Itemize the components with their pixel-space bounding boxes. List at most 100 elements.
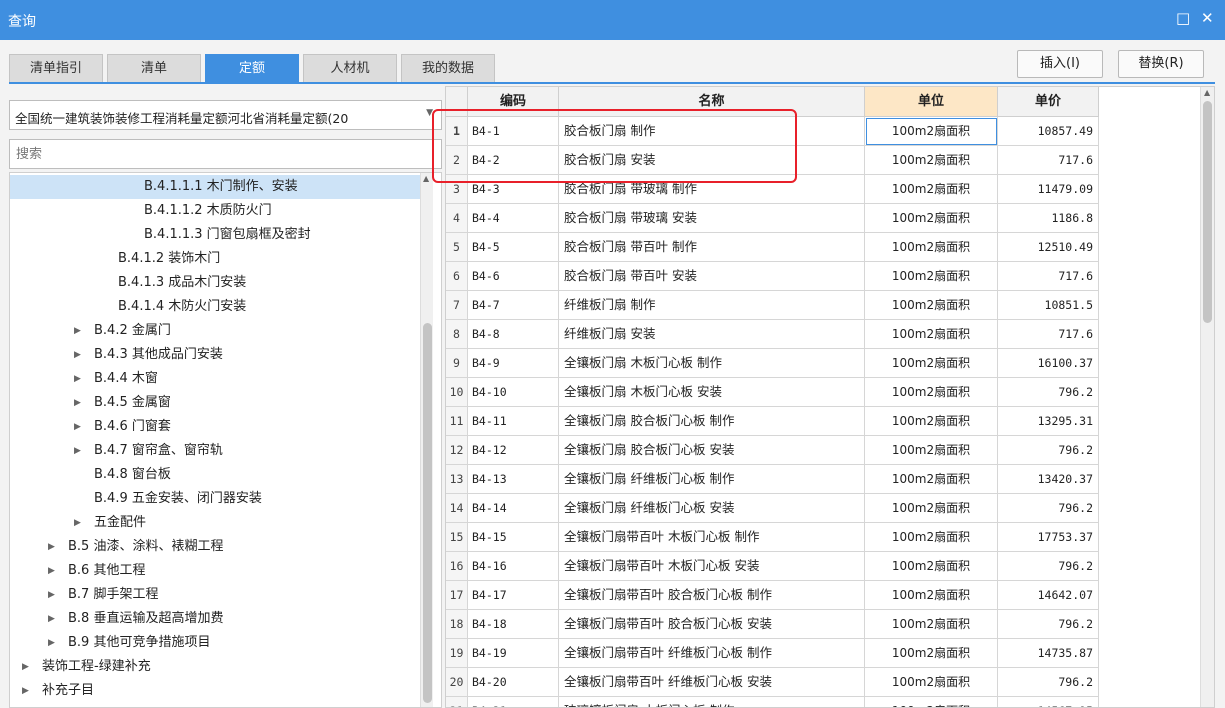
expand-arrow-icon[interactable]: ▶: [22, 655, 29, 679]
tree-node[interactable]: ▶ B.8 垂直运输及超高增加费: [10, 607, 420, 631]
unit-cell[interactable]: 100m2扇面积: [865, 175, 998, 204]
price-cell[interactable]: 717.6: [998, 262, 1099, 291]
unit-cell[interactable]: 100m2扇面积: [865, 465, 998, 494]
table-row[interactable]: 21B4-21玻璃镶板门扇 木板门心板 制作100m2扇面积14567.95: [446, 697, 1106, 707]
unit-cell[interactable]: 100m2扇面积: [865, 349, 998, 378]
expand-arrow-icon[interactable]: ▶: [74, 319, 81, 343]
table-row[interactable]: 15 B4-15 全镶板门扇带百叶 木板门心板 制作 100m2扇面积 17753.37: [446, 523, 1106, 552]
row-number-cell[interactable]: 17: [446, 581, 468, 610]
code-cell[interactable]: B4-8: [468, 320, 559, 349]
price-cell[interactable]: 17753.37: [998, 523, 1099, 552]
table-scrollbar-thumb[interactable]: [1203, 101, 1212, 323]
name-cell[interactable]: 全镶板门扇 木板门心板 安装: [559, 378, 865, 407]
tree-node[interactable]: B.4.1.1.2 木质防火门: [10, 199, 420, 223]
code-cell[interactable]: B4-21: [468, 697, 559, 707]
tree-scrollbar[interactable]: ▲: [420, 173, 433, 707]
name-cell[interactable]: 胶合板门扇 安装: [559, 146, 865, 175]
price-cell[interactable]: 717.6: [998, 146, 1099, 175]
expand-arrow-icon[interactable]: ▶: [22, 679, 29, 703]
price-cell[interactable]: 10851.5: [998, 291, 1099, 320]
expand-arrow-icon[interactable]: ▶: [74, 391, 81, 415]
tree-node[interactable]: ▶ 补充子目: [10, 679, 420, 703]
code-cell[interactable]: B4-18: [468, 610, 559, 639]
code-cell[interactable]: B4-16: [468, 552, 559, 581]
price-cell[interactable]: 14735.87: [998, 639, 1099, 668]
row-number-cell[interactable]: 20: [446, 668, 468, 697]
code-cell[interactable]: B4-19: [468, 639, 559, 668]
unit-cell[interactable]: 100m2扇面积: [865, 436, 998, 465]
tree-node[interactable]: ▶ B.4.4 木窗: [10, 367, 420, 391]
tab-list-guide[interactable]: 清单指引: [9, 54, 103, 82]
header-name[interactable]: 名称: [559, 87, 865, 117]
search-input[interactable]: [9, 139, 442, 169]
name-cell[interactable]: 全镶板门扇带百叶 胶合板门心板 制作: [559, 581, 865, 610]
code-cell[interactable]: B4-14: [468, 494, 559, 523]
code-cell[interactable]: B4-9: [468, 349, 559, 378]
tab-quota[interactable]: 定额: [205, 54, 299, 82]
table-row[interactable]: 10 B4-10 全镶板门扇 木板门心板 安装 100m2扇面积 796.2: [446, 378, 1106, 407]
name-cell[interactable]: 全镶板门扇带百叶 纤维板门心板 安装: [559, 668, 865, 697]
row-number-cell[interactable]: 6: [446, 262, 468, 291]
library-dropdown[interactable]: 全国统一建筑装饰装修工程消耗量定额河北省消耗量定额(20 ▼: [9, 100, 442, 130]
tab-list[interactable]: 清单: [107, 54, 201, 82]
header-unit[interactable]: 单位: [865, 87, 998, 117]
table-row[interactable]: 3 B4-3 胶合板门扇 带玻璃 制作 100m2扇面积 11479.09: [446, 175, 1106, 204]
name-cell[interactable]: 全镶板门扇带百叶 纤维板门心板 制作: [559, 639, 865, 668]
name-cell[interactable]: 全镶板门扇带百叶 木板门心板 安装: [559, 552, 865, 581]
unit-cell[interactable]: 100m2扇面积: [865, 146, 998, 175]
name-cell[interactable]: 全镶板门扇 纤维板门心板 制作: [559, 465, 865, 494]
unit-cell[interactable]: 100m2扇面积: [865, 204, 998, 233]
row-number-cell[interactable]: 15: [446, 523, 468, 552]
tree-node[interactable]: ▶ B.9 其他可竞争措施项目: [10, 631, 420, 655]
name-cell[interactable]: 胶合板门扇 制作: [559, 117, 865, 146]
row-number-cell[interactable]: 18: [446, 610, 468, 639]
price-cell[interactable]: 1186.8: [998, 204, 1099, 233]
header-code[interactable]: 编码: [468, 87, 559, 117]
unit-cell[interactable]: 100m2扇面积: [865, 523, 998, 552]
replace-button[interactable]: 替换(R): [1118, 50, 1204, 78]
row-number-cell[interactable]: 14: [446, 494, 468, 523]
unit-cell[interactable]: 100m2扇面积: [865, 697, 998, 707]
expand-arrow-icon[interactable]: ▶: [74, 511, 81, 535]
row-number-cell[interactable]: 10: [446, 378, 468, 407]
name-cell[interactable]: 胶合板门扇 带百叶 安装: [559, 262, 865, 291]
row-number-cell[interactable]: 9: [446, 349, 468, 378]
restore-icon[interactable]: □: [1176, 9, 1190, 27]
row-number-cell[interactable]: 16: [446, 552, 468, 581]
name-cell[interactable]: 全镶板门扇带百叶 胶合板门心板 安装: [559, 610, 865, 639]
unit-cell[interactable]: 100m2扇面积: [865, 552, 998, 581]
tree-node[interactable]: B.4.1.1.3 门窗包扇框及密封: [10, 223, 420, 247]
expand-arrow-icon[interactable]: ▶: [74, 439, 81, 463]
code-cell[interactable]: B4-5: [468, 233, 559, 262]
code-cell[interactable]: B4-6: [468, 262, 559, 291]
name-cell[interactable]: 全镶板门扇 胶合板门心板 安装: [559, 436, 865, 465]
price-cell[interactable]: 796.2: [998, 610, 1099, 639]
name-cell[interactable]: 全镶板门扇 木板门心板 制作: [559, 349, 865, 378]
tree-node[interactable]: ▶ B.4.7 窗帘盒、窗帘轨: [10, 439, 420, 463]
price-cell[interactable]: 796.2: [998, 378, 1099, 407]
price-cell[interactable]: 13295.31: [998, 407, 1099, 436]
code-cell[interactable]: B4-20: [468, 668, 559, 697]
unit-cell[interactable]: 100m2扇面积: [865, 291, 998, 320]
price-cell[interactable]: 796.2: [998, 494, 1099, 523]
name-cell[interactable]: 胶合板门扇 带玻璃 制作: [559, 175, 865, 204]
table-row[interactable]: 4 B4-4 胶合板门扇 带玻璃 安装 100m2扇面积 1186.8: [446, 204, 1106, 233]
expand-arrow-icon[interactable]: ▶: [74, 415, 81, 439]
tree-node[interactable]: B.4.1.2 装饰木门: [10, 247, 420, 271]
tree-node[interactable]: ▶ 五金配件: [10, 511, 420, 535]
price-cell[interactable]: 11479.09: [998, 175, 1099, 204]
tree-node[interactable]: ▶ B.5 油漆、涂料、裱糊工程: [10, 535, 420, 559]
price-cell[interactable]: 796.2: [998, 668, 1099, 697]
tree-node[interactable]: ▶ B.4.2 金属门: [10, 319, 420, 343]
tree-node[interactable]: B.4.8 窗台板: [10, 463, 420, 487]
price-cell[interactable]: 16100.37: [998, 349, 1099, 378]
row-number-cell[interactable]: 12: [446, 436, 468, 465]
code-cell[interactable]: B4-11: [468, 407, 559, 436]
name-cell[interactable]: 玻璃镶板门扇 木板门心板 制作: [559, 697, 865, 707]
table-row[interactable]: 11 B4-11 全镶板门扇 胶合板门心板 制作 100m2扇面积 13295.31: [446, 407, 1106, 436]
name-cell[interactable]: 胶合板门扇 带玻璃 安装: [559, 204, 865, 233]
tree-node[interactable]: B.4.1.3 成品木门安装: [10, 271, 420, 295]
table-row[interactable]: 14 B4-14 全镶板门扇 纤维板门心板 安装 100m2扇面积 796.2: [446, 494, 1106, 523]
code-cell[interactable]: B4-17: [468, 581, 559, 610]
expand-arrow-icon[interactable]: ▶: [48, 607, 55, 631]
